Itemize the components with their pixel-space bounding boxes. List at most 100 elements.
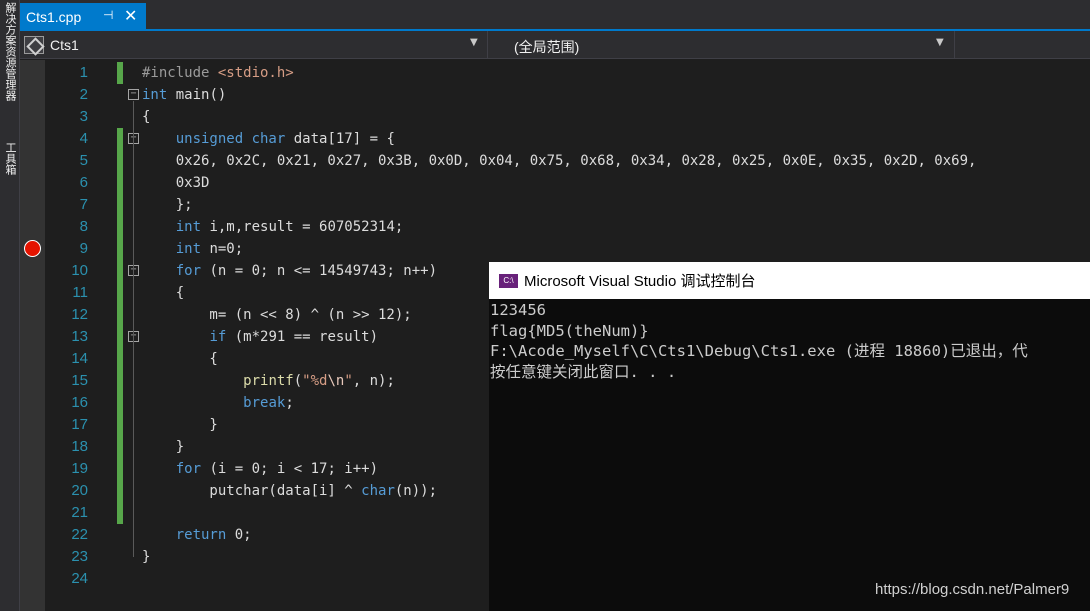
debug-console-window[interactable]: C:\ Microsoft Visual Studio 调试控制台 123456… bbox=[489, 262, 1090, 611]
change-indicator bbox=[117, 238, 123, 260]
code-line[interactable]: 8 int i,m,result = 607052314; bbox=[20, 216, 1090, 238]
console-title-bar[interactable]: C:\ Microsoft Visual Studio 调试控制台 bbox=[489, 262, 1090, 299]
scope-dropdown[interactable]: (全局范围) bbox=[514, 37, 579, 57]
pin-icon[interactable]: ⊣ bbox=[103, 8, 113, 22]
code-token: unsigned char bbox=[175, 131, 286, 147]
code-text: } bbox=[142, 546, 150, 568]
change-indicator bbox=[117, 282, 123, 304]
code-token: return bbox=[175, 527, 227, 543]
code-token: (i = 0; i < 17; i++) bbox=[201, 461, 379, 477]
code-token: (m*291 == result) bbox=[226, 329, 379, 345]
code-token: } bbox=[142, 417, 218, 433]
chevron-down-icon[interactable]: ▼ bbox=[936, 37, 944, 48]
change-indicator bbox=[117, 502, 123, 524]
code-token: "%d bbox=[302, 373, 328, 389]
change-indicator bbox=[117, 392, 123, 414]
line-number: 21 bbox=[71, 504, 88, 521]
code-token: " bbox=[344, 373, 353, 389]
change-indicator bbox=[117, 436, 123, 458]
code-text: #include <stdio.h> bbox=[142, 62, 294, 84]
code-token: { bbox=[142, 109, 151, 125]
line-number: 23 bbox=[71, 548, 88, 565]
code-line[interactable]: 4− unsigned char data[17] = { bbox=[20, 128, 1090, 150]
change-indicator bbox=[117, 62, 123, 84]
solution-explorer-tab[interactable]: 解决方案资源管理器 bbox=[2, 2, 18, 101]
line-number: 18 bbox=[71, 438, 88, 455]
change-indicator bbox=[117, 458, 123, 480]
code-token: putchar(data[i] ^ bbox=[142, 483, 362, 499]
code-text: for (n = 0; n <= 14549743; n++) bbox=[142, 260, 437, 282]
code-token: int bbox=[175, 219, 202, 235]
console-title: Microsoft Visual Studio 调试控制台 bbox=[524, 273, 756, 290]
line-number: 11 bbox=[72, 284, 88, 301]
console-app-icon: C:\ bbox=[499, 273, 518, 288]
code-text: m= (n << 8) ^ (n >> 12); bbox=[142, 304, 412, 326]
code-text: { bbox=[142, 282, 184, 304]
project-icon bbox=[24, 36, 44, 54]
code-token: { bbox=[142, 285, 185, 301]
code-text: int main() bbox=[142, 84, 226, 106]
code-text: for (i = 0; i < 17; i++) bbox=[142, 458, 378, 480]
fold-guide bbox=[133, 145, 134, 205]
chevron-down-icon[interactable]: ▼ bbox=[470, 37, 478, 48]
close-icon[interactable]: ✕ bbox=[124, 6, 137, 25]
line-number: 9 bbox=[79, 240, 88, 257]
line-number: 24 bbox=[71, 570, 88, 587]
code-token: int bbox=[175, 241, 202, 257]
code-token: main() bbox=[167, 87, 227, 103]
line-number: 17 bbox=[71, 416, 88, 433]
code-token: } bbox=[142, 439, 185, 455]
line-number: 14 bbox=[71, 350, 88, 367]
code-token: m= (n << 8) ^ (n >> 12); bbox=[142, 307, 412, 323]
code-token: <stdio.h> bbox=[217, 65, 294, 81]
code-token: 0x26, 0x2C, 0x21, 0x27, 0x3B, 0x0D, 0x04… bbox=[142, 153, 977, 169]
code-text: { bbox=[142, 348, 217, 370]
code-token: ( bbox=[293, 373, 303, 389]
code-token: (n)); bbox=[394, 483, 438, 499]
line-number: 19 bbox=[71, 460, 88, 477]
console-line: 123456 bbox=[490, 301, 546, 319]
line-number: 8 bbox=[79, 218, 88, 235]
project-dropdown[interactable]: Cts1 bbox=[24, 33, 484, 57]
change-indicator bbox=[117, 304, 123, 326]
code-text: int i,m,result = 607052314; bbox=[142, 216, 404, 238]
code-token: , n); bbox=[352, 373, 395, 389]
line-number: 7 bbox=[79, 196, 88, 213]
line-number: 22 bbox=[71, 526, 88, 543]
line-number: 10 bbox=[71, 262, 88, 279]
code-text: }; bbox=[142, 194, 193, 216]
code-line[interactable]: 5 0x26, 0x2C, 0x21, 0x27, 0x3B, 0x0D, 0x… bbox=[20, 150, 1090, 172]
tab-cts1-cpp[interactable]: Cts1.cpp ⊣ ✕ bbox=[20, 3, 146, 31]
code-line[interactable]: 9 int n=0; bbox=[20, 238, 1090, 260]
code-token: } bbox=[142, 549, 151, 565]
project-name: Cts1 bbox=[50, 37, 79, 53]
code-text: 0x3D bbox=[142, 172, 210, 194]
code-line[interactable]: 6 0x3D bbox=[20, 172, 1090, 194]
line-number: 15 bbox=[71, 372, 88, 389]
toolbox-tab[interactable]: 工具箱 bbox=[2, 142, 18, 175]
collapse-icon[interactable]: − bbox=[128, 89, 139, 100]
code-line[interactable]: 1 #include <stdio.h> bbox=[20, 62, 1090, 84]
code-line[interactable]: 3{ bbox=[20, 106, 1090, 128]
code-token: if bbox=[209, 329, 227, 345]
change-indicator bbox=[117, 414, 123, 436]
change-indicator bbox=[117, 150, 123, 172]
code-text: putchar(data[i] ^ char(n)); bbox=[142, 480, 437, 502]
code-token: int bbox=[142, 87, 168, 103]
tab-title: Cts1.cpp bbox=[26, 9, 82, 25]
code-text: } bbox=[142, 436, 184, 458]
code-line[interactable]: 2 − int main() bbox=[20, 84, 1090, 106]
code-token: n=0; bbox=[201, 241, 244, 257]
console-output: 123456 flag{MD5(theNum)} F:\Acode_Myself\C… bbox=[490, 300, 1090, 382]
code-token: 0x3D bbox=[142, 175, 210, 191]
code-token: char bbox=[361, 483, 395, 499]
code-text: if (m*291 == result) bbox=[142, 326, 378, 348]
code-line[interactable]: 7 }; bbox=[20, 194, 1090, 216]
